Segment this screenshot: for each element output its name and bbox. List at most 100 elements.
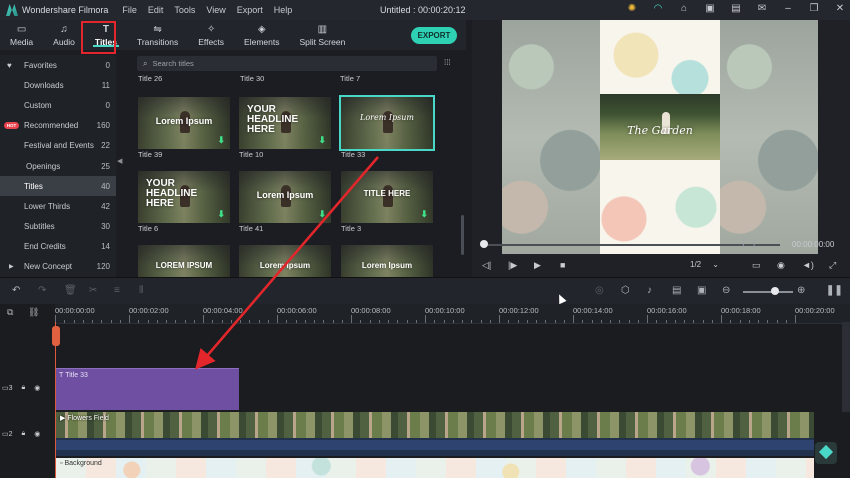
delete-icon[interactable]: 🗑 [64, 285, 77, 296]
download-icon[interactable]: ⬇ [318, 209, 326, 220]
redo-icon[interactable]: ↷ [38, 285, 46, 296]
download-icon[interactable]: ⬇ [318, 135, 326, 146]
zoom-in-icon[interactable]: ⊕ [797, 285, 805, 296]
fullscreen-icon[interactable]: ⤢ [829, 260, 836, 271]
cut-icon[interactable]: ✂ [89, 285, 97, 296]
sidebar-item-favorites[interactable]: ♥ Favorites 0 [0, 55, 116, 75]
preview-progress-knob[interactable] [480, 240, 488, 248]
menu-tools[interactable]: Tools [174, 5, 195, 15]
title-thumb-41[interactable]: Lorem Ipsum ⬇ [239, 171, 331, 223]
save-icon[interactable]: ▤ [730, 3, 742, 15]
title-thumb[interactable]: LOREM IPSUM [138, 245, 230, 277]
zoom-slider-knob[interactable] [771, 287, 779, 295]
menu-export[interactable]: Export [237, 5, 263, 15]
pause-bars-icon[interactable]: ❚❚ [826, 285, 843, 296]
monitor-icon[interactable]: ▭ [752, 260, 761, 271]
search-titles-input[interactable]: ⌕ Search titles [137, 56, 437, 71]
sidebar-item-lower-thirds[interactable]: Lower Thirds 42 [0, 196, 116, 216]
volume-icon[interactable]: ◄) [802, 260, 814, 270]
tab-audio[interactable]: ♫ Audio [43, 20, 85, 50]
eye-icon[interactable]: ◉ [34, 430, 40, 438]
export-button[interactable]: EXPORT [411, 27, 457, 44]
timeline-vertical-scrollbar[interactable] [842, 322, 850, 412]
link-icon[interactable]: ⛓ [28, 307, 39, 318]
menu-help[interactable]: Help [274, 5, 293, 15]
tab-split-screen[interactable]: ▥ Split Screen [289, 20, 355, 50]
add-track-icon[interactable]: ⧉ [7, 307, 13, 318]
menu-view[interactable]: View [206, 5, 225, 15]
collapse-sidebar-icon[interactable]: ◀ [117, 157, 125, 169]
grid-view-icon[interactable]: ⁞⁞⁞ [444, 58, 454, 68]
timeline-ruler[interactable]: 00:00:00:00 00:00:02:00 00:00:04:00 00:0… [55, 304, 850, 324]
sidebar-item-end-credits[interactable]: End Credits 14 [0, 237, 116, 257]
sidebar-item-custom[interactable]: Custom 0 [0, 95, 116, 115]
ruler-tick [351, 315, 352, 323]
mark-in-out-icon[interactable]: { } [742, 238, 756, 248]
snapshot-icon[interactable]: ◉ [777, 260, 785, 271]
menu-edit[interactable]: Edit [148, 5, 164, 15]
sidebar-item-downloads[interactable]: Downloads 11 [0, 75, 116, 95]
marker-icon[interactable]: ⬡ [621, 285, 630, 296]
sidebar-item-titles[interactable]: Titles 40 [0, 176, 116, 197]
download-icon[interactable]: ⬇ [420, 209, 428, 220]
zoom-out-icon[interactable]: ⊖ [722, 285, 730, 296]
minimize-icon[interactable]: – [782, 3, 794, 15]
ruler-tick [582, 320, 584, 323]
mail-icon[interactable]: ✉ [756, 3, 768, 15]
step-back-icon[interactable]: ◁| [482, 260, 491, 271]
title-bar: Wondershare Filmora File Edit Tools View… [0, 0, 850, 20]
title-thumb-6[interactable]: YOUR HEADLINE HERE ⬇ [138, 171, 230, 223]
download-icon[interactable]: ⬇ [217, 135, 225, 146]
sidebar-item-new-concept[interactable]: ▶ New Concept 120 [0, 257, 116, 277]
ruler-tick [415, 320, 417, 323]
title-clip[interactable]: T Title 33 [56, 368, 239, 410]
title-thumb[interactable]: Lorem Ipsum [239, 245, 331, 277]
play-pause-icon[interactable]: |▶ [508, 260, 517, 271]
menu-file[interactable]: File [122, 5, 137, 15]
sidebar-item-subtitles[interactable]: Subtitles 30 [0, 217, 116, 237]
undo-icon[interactable]: ↶ [12, 285, 20, 296]
tab-effects[interactable]: ✧ Effects [188, 20, 234, 50]
account-icon[interactable]: ▣ [704, 3, 716, 15]
tab-transitions[interactable]: ⇋ Transitions [127, 20, 188, 50]
expand-arrow-icon[interactable]: ▶ [9, 263, 14, 270]
grid-scrollbar[interactable] [461, 215, 464, 255]
title-thumb-39[interactable]: Lorem Ipsum ⬇ [138, 97, 230, 149]
background-clip[interactable]: ▫ Background [56, 458, 814, 478]
playhead-handle[interactable] [52, 326, 60, 346]
lock-icon[interactable]: 🔒︎ [22, 430, 26, 438]
zoom-slider-track[interactable] [743, 291, 793, 293]
download-icon[interactable]: ⬇ [217, 209, 225, 220]
video-clip[interactable]: ▶ Flowers Field [56, 412, 814, 456]
play-icon[interactable]: ▶ [534, 260, 541, 271]
ruler-tick [637, 320, 639, 323]
sidebar-item-openings[interactable]: Openings 25 [0, 156, 116, 176]
sidebar-item-recommended[interactable]: HOT Recommended 160 [0, 116, 116, 136]
title-thumb-33[interactable]: Lorem Ipsum [339, 95, 435, 151]
title-thumb-10[interactable]: YOUR HEADLINE HERE ⬇ [239, 97, 331, 149]
filmora-assist-icon[interactable] [815, 442, 837, 464]
adjust-icon[interactable]: ≡ [114, 285, 120, 296]
title-thumb[interactable]: Lorem Ipsum [341, 245, 433, 277]
sidebar-item-festival-and-events[interactable]: Festival and Events 22 [0, 136, 116, 156]
speed-icon[interactable]: ◎ [595, 285, 604, 296]
eye-icon[interactable]: ◉ [34, 384, 40, 392]
title-thumb-3[interactable]: TITLE HERE ⬇ [341, 171, 433, 223]
close-icon[interactable]: ✕ [834, 3, 846, 15]
lightbulb-icon[interactable]: ✺ [626, 3, 638, 15]
playback-quality-select[interactable]: 1/2 ⌄ [690, 260, 719, 269]
ruler-tick [499, 315, 500, 323]
tab-elements[interactable]: ◈ Elements [234, 20, 289, 50]
mic-icon[interactable]: ♪ [647, 285, 652, 296]
lock-icon[interactable]: 🔒︎ [22, 384, 26, 392]
restore-icon[interactable]: ❐ [808, 3, 820, 15]
headset-icon[interactable]: ◠ [652, 3, 664, 15]
sidebar-item-count: 14 [101, 242, 110, 252]
subtitle-icon[interactable]: ▣ [697, 285, 706, 296]
preview-progress-track[interactable] [480, 244, 780, 246]
tab-media[interactable]: ▭ Media [0, 20, 43, 50]
stop-icon[interactable]: ■ [560, 260, 565, 270]
store-icon[interactable]: ⌂ [678, 3, 690, 15]
voiceover-icon[interactable]: ▤ [672, 285, 681, 296]
audio-wave-icon[interactable]: ⦀ [139, 285, 143, 296]
